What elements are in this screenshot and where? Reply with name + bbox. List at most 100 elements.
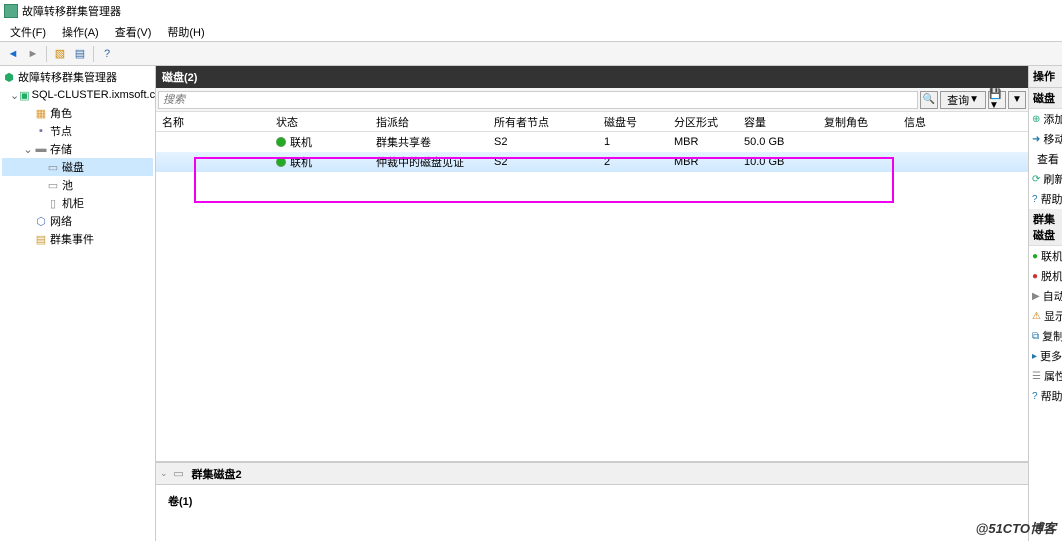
disk-icon: ▭ xyxy=(46,160,60,174)
cell-assigned: 群集共享卷 xyxy=(370,132,488,152)
add-disk-icon: ⊕ xyxy=(1032,112,1040,126)
tree-label: 角色 xyxy=(50,105,72,121)
menubar: 文件(F) 操作(A) 查看(V) 帮助(H) xyxy=(0,22,1062,42)
detail-header[interactable]: ⌄ ▭ 群集磁盘2 xyxy=(156,463,1028,485)
cell-assigned: 仲裁中的磁盘见证 xyxy=(370,152,488,172)
forward-button[interactable]: ► xyxy=(24,45,42,63)
autostart-icon: ▶ xyxy=(1032,289,1040,303)
tree-pools[interactable]: ▭ 池 xyxy=(2,176,153,194)
menu-action[interactable]: 操作(A) xyxy=(56,22,105,42)
cell-disknum: 2 xyxy=(598,152,668,172)
action-move-storage[interactable]: ➜移动可用存储 xyxy=(1029,129,1062,149)
online-icon xyxy=(276,157,286,167)
help-icon: ? xyxy=(1032,192,1038,206)
action-refresh[interactable]: ⟳刷新 xyxy=(1029,169,1062,189)
query-button[interactable]: 查询 ▼ xyxy=(940,91,986,109)
grid-header: 名称 状态 指派给 所有者节点 磁盘号 分区形式 容量 复制角色 信息 xyxy=(156,112,1028,132)
menu-help[interactable]: 帮助(H) xyxy=(161,22,210,42)
tree-events[interactable]: ▤ 群集事件 xyxy=(2,230,153,248)
tree-networks[interactable]: ⬡ 网络 xyxy=(2,212,153,230)
tree-root[interactable]: ⬢ 故障转移群集管理器 xyxy=(2,68,153,86)
view-icon xyxy=(1032,152,1034,166)
chevron-down-icon: ⌄ xyxy=(160,468,168,479)
action-help2[interactable]: ?帮助 xyxy=(1029,386,1062,406)
search-input[interactable] xyxy=(158,91,918,109)
action-add-disk[interactable]: ⊕添加磁盘 xyxy=(1029,109,1062,129)
col-capacity[interactable]: 容量 xyxy=(738,112,818,131)
action-critical-events[interactable]: ⚠显示严重事件 xyxy=(1029,306,1062,326)
action-properties[interactable]: ☰属性 xyxy=(1029,366,1062,386)
cell-partition: MBR xyxy=(668,132,738,152)
search-bar: 🔍 查询 ▼ 💾 ▼ ▼ xyxy=(156,88,1028,112)
tree-cluster[interactable]: ⌄ ▣ SQL-CLUSTER.ixmsoft.com xyxy=(2,86,153,104)
col-disknum[interactable]: 磁盘号 xyxy=(598,112,668,131)
col-info[interactable]: 信息 xyxy=(898,112,1028,131)
col-owner[interactable]: 所有者节点 xyxy=(488,112,598,131)
properties-button[interactable]: ▧ xyxy=(51,45,69,63)
toolbar: ◄ ► ▧ ▤ ? xyxy=(0,42,1062,66)
properties-icon: ☰ xyxy=(1032,369,1041,383)
col-assigned[interactable]: 指派给 xyxy=(370,112,488,131)
events-icon: ⚠ xyxy=(1032,309,1041,323)
back-button[interactable]: ◄ xyxy=(4,45,22,63)
tree-label: 机柜 xyxy=(62,195,84,211)
table-row[interactable]: 联机 群集共享卷 S2 1 MBR 50.0 GB xyxy=(156,132,1028,152)
tree-panel: ⬢ 故障转移群集管理器 ⌄ ▣ SQL-CLUSTER.ixmsoft.com … xyxy=(0,66,156,541)
cell-capacity: 10.0 GB xyxy=(738,152,818,172)
list-button[interactable]: ▤ xyxy=(71,45,89,63)
action-more[interactable]: ▸更多操作 xyxy=(1029,346,1062,366)
action-copy[interactable]: ⧉复制 xyxy=(1029,326,1062,346)
tree-label: 池 xyxy=(62,177,73,193)
action-online[interactable]: ●联机 xyxy=(1029,246,1062,266)
grid: 名称 状态 指派给 所有者节点 磁盘号 分区形式 容量 复制角色 信息 联机 群… xyxy=(156,112,1028,461)
tree-label: SQL-CLUSTER.ixmsoft.com xyxy=(32,89,156,101)
detail-body: 卷(1) xyxy=(156,485,1028,517)
panel-header: 磁盘(2) xyxy=(156,66,1028,88)
tree-label: 磁盘 xyxy=(62,159,84,175)
cell-info xyxy=(898,132,1028,152)
separator xyxy=(46,46,47,62)
col-name[interactable]: 名称 xyxy=(156,112,270,131)
search-button[interactable]: 🔍 xyxy=(920,91,938,109)
cell-status: 联机 xyxy=(270,152,370,172)
col-status[interactable]: 状态 xyxy=(270,112,370,131)
help-icon: ? xyxy=(1032,389,1038,403)
detail-panel: ⌄ ▭ 群集磁盘2 卷(1) xyxy=(156,461,1028,541)
col-partition[interactable]: 分区形式 xyxy=(668,112,738,131)
cell-owner: S2 xyxy=(488,132,598,152)
detail-title: 群集磁盘2 xyxy=(192,466,242,482)
action-view[interactable]: 查看 xyxy=(1029,149,1062,169)
tree-nodes[interactable]: ▪ 节点 xyxy=(2,122,153,140)
offline-icon: ● xyxy=(1032,269,1038,283)
cell-role xyxy=(818,152,898,172)
menu-file[interactable]: 文件(F) xyxy=(4,22,52,42)
volumes-label: 卷(1) xyxy=(168,496,192,508)
dropdown-button[interactable]: ▼ xyxy=(1008,91,1026,109)
cabinet-icon: ▯ xyxy=(46,196,60,210)
tree-disks[interactable]: ▭ 磁盘 xyxy=(2,158,153,176)
tree-roles[interactable]: ▦ 角色 xyxy=(2,104,153,122)
window-title: 故障转移群集管理器 xyxy=(22,3,121,19)
collapse-icon[interactable]: ⌄ xyxy=(10,89,19,102)
action-help[interactable]: ?帮助 xyxy=(1029,189,1062,209)
tree-label: 节点 xyxy=(50,123,72,139)
action-offline[interactable]: ●脱机 xyxy=(1029,266,1062,286)
actions-header: 操作 xyxy=(1029,66,1062,88)
cell-status: 联机 xyxy=(270,132,370,152)
action-autostart[interactable]: ▶自动启动 xyxy=(1029,286,1062,306)
watermark: @51CTO博客 xyxy=(976,518,1056,537)
app-icon xyxy=(4,4,18,18)
table-row[interactable]: 联机 仲裁中的磁盘见证 S2 2 MBR 10.0 GB xyxy=(156,152,1028,172)
menu-view[interactable]: 查看(V) xyxy=(109,22,158,42)
separator xyxy=(93,46,94,62)
events-icon: ▤ xyxy=(34,232,48,246)
col-role[interactable]: 复制角色 xyxy=(818,112,898,131)
tree-storage[interactable]: ⌄ ▬ 存储 xyxy=(2,140,153,158)
tree-cabinets[interactable]: ▯ 机柜 xyxy=(2,194,153,212)
cell-capacity: 50.0 GB xyxy=(738,132,818,152)
titlebar: 故障转移群集管理器 xyxy=(0,0,1062,22)
collapse-icon[interactable]: ⌄ xyxy=(22,143,34,156)
help-button[interactable]: ? xyxy=(98,45,116,63)
save-button[interactable]: 💾 ▼ xyxy=(988,91,1006,109)
cell-info xyxy=(898,152,1028,172)
